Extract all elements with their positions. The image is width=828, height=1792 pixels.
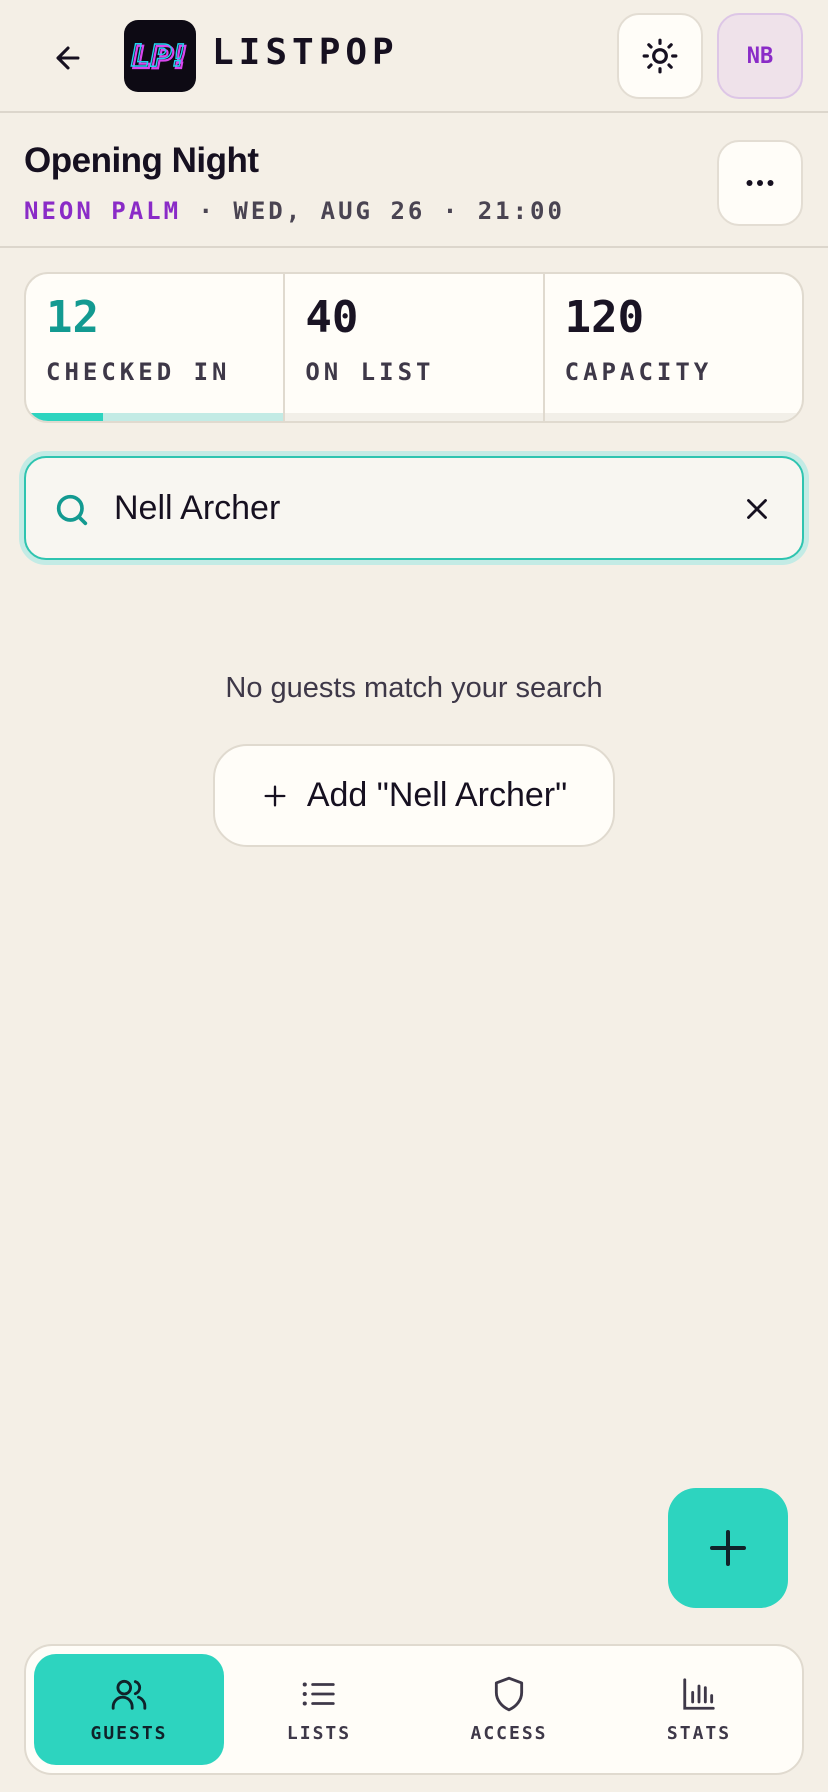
list-icon: [302, 1682, 335, 1706]
capacity-bar: [544, 413, 802, 421]
avatar-initials: NB: [746, 43, 774, 69]
app-logo: LP! LP!: [124, 20, 196, 92]
arrow-left-icon: [56, 46, 80, 70]
add-guest-label: Add "Nell Archer": [306, 776, 568, 814]
neon-logo-icon: LP! LP!: [130, 38, 189, 77]
event-venue: NEON PALM: [24, 197, 182, 225]
checked-in-progress-bar: [26, 413, 284, 421]
checked-in-progress-fill: [26, 413, 104, 421]
nav-item-stats[interactable]: STATS: [604, 1654, 794, 1765]
stat-checked-in-value: 12: [46, 292, 99, 343]
nav-label-lists: LISTS: [286, 1723, 352, 1744]
add-guest-button[interactable]: Add "Nell Archer": [213, 744, 615, 847]
guest-search-box: [24, 456, 804, 560]
nav-item-lists[interactable]: LISTS: [224, 1654, 414, 1765]
search-icon: [56, 494, 88, 526]
clear-search-button[interactable]: [734, 486, 780, 532]
nav-label-access: ACCESS: [470, 1723, 548, 1744]
stat-capacity-label: CAPACITY: [564, 358, 713, 387]
sun-icon: [642, 38, 678, 74]
plus-icon: [710, 1530, 746, 1566]
floating-add-button[interactable]: [668, 1488, 788, 1608]
stat-capacity-value: 120: [564, 292, 645, 343]
empty-state-message: No guests match your search: [225, 672, 603, 704]
user-avatar-button[interactable]: NB: [717, 13, 803, 99]
stat-on-list-label: ON LIST: [305, 358, 435, 387]
nav-label-guests: GUESTS: [90, 1723, 168, 1744]
stat-checked-in-label: CHECKED IN: [46, 358, 231, 387]
back-button[interactable]: [44, 34, 92, 82]
app-brand-name: LISTPOP: [212, 32, 399, 73]
nav-item-access[interactable]: ACCESS: [414, 1654, 604, 1765]
theme-toggle-button[interactable]: [617, 13, 703, 99]
more-horizontal-icon: [746, 180, 774, 186]
close-icon: [747, 499, 767, 519]
plus-icon: [264, 785, 286, 806]
stat-capacity: 120 CAPACITY: [544, 274, 802, 421]
bottom-navigation: GUESTS LISTS ACCESS STATS: [24, 1644, 804, 1775]
stat-on-list: 40 ON LIST: [285, 274, 545, 421]
shield-icon: [494, 1676, 524, 1712]
event-datetime: · WED, AUG 26 · 21:00: [198, 197, 565, 225]
nav-label-stats: STATS: [666, 1723, 732, 1744]
event-title: Opening Night: [24, 141, 259, 180]
stat-checked-in: 12 CHECKED IN: [26, 274, 286, 421]
on-list-bar: [285, 413, 543, 421]
event-header: Opening Night NEON PALM · WED, AUG 26 · …: [0, 113, 828, 248]
top-bar: LP! LP! LISTPOP NB: [0, 0, 828, 113]
users-icon: [111, 1679, 147, 1710]
bar-chart-icon: [683, 1678, 715, 1710]
event-stats-card: 12 CHECKED IN 40 ON LIST 120 CAPACITY: [24, 272, 804, 423]
svg-text:LP!: LP!: [131, 39, 186, 74]
stat-on-list-value: 40: [305, 292, 359, 343]
nav-item-guests[interactable]: GUESTS: [34, 1654, 224, 1765]
event-meta: NEON PALM · WED, AUG 26 · 21:00: [24, 197, 565, 225]
search-input[interactable]: [114, 478, 714, 538]
more-options-button[interactable]: [717, 140, 803, 226]
